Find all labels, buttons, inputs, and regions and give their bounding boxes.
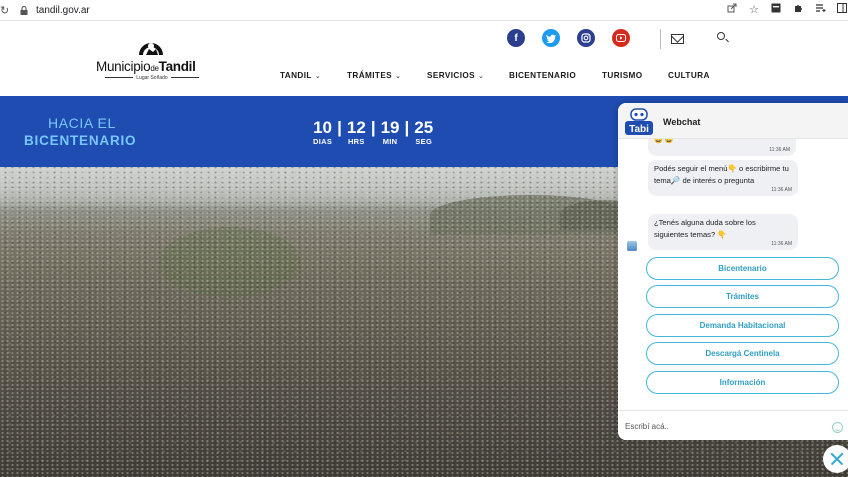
quick-reply-informacion[interactable]: Información xyxy=(646,371,839,394)
quick-reply-demanda-habitacional[interactable]: Demanda Habitacional xyxy=(646,314,839,337)
bookmark-star-icon[interactable]: ☆ xyxy=(748,3,760,16)
bot-name: Tabi xyxy=(629,124,649,135)
nav-label: TANDIL xyxy=(280,71,312,80)
browser-toolbar: ☆ xyxy=(726,3,848,16)
mail-icon[interactable] xyxy=(671,34,684,44)
webchat-input-bar xyxy=(618,410,848,440)
chevron-down-icon: ⌄ xyxy=(314,72,322,80)
lock-icon[interactable] xyxy=(20,5,28,15)
message-time: 11:36 AM xyxy=(769,147,790,153)
social-links: f xyxy=(507,29,630,47)
chat-message: Podés seguir el menú👇 o escribirme tu te… xyxy=(648,160,798,196)
message-text: Podés seguir el menú👇 o escribirme tu te… xyxy=(654,164,789,185)
countdown-label: HRS xyxy=(347,137,365,146)
chat-message-input[interactable] xyxy=(625,419,815,433)
webchat-header[interactable]: Tabi Webchat xyxy=(618,103,848,139)
webchat-messages[interactable]: 😀 😀 11:36 AM Podés seguir el menú👇 o esc… xyxy=(618,139,848,405)
page: ↻ tandil.gov.ar ☆ MunicipiodeTandil Luga… xyxy=(0,0,848,477)
main-nav: TANDIL ⌄ TRÁMITES ⌄ SERVICIOS ⌄ BICENTENARI… xyxy=(280,71,710,80)
nav-item-tramites[interactable]: TRÁMITES ⌄ xyxy=(347,71,427,80)
countdown-label: MIN xyxy=(382,137,398,146)
facebook-icon[interactable]: f xyxy=(507,29,525,47)
countdown-separator: | xyxy=(404,118,410,137)
banner-line1: HACIA EL xyxy=(48,115,116,131)
nav-label: BICENTENARIO xyxy=(509,71,577,80)
message-text: ¿Tenés alguna duda sobre los siguientes … xyxy=(654,218,756,239)
nav-label: CULTURA xyxy=(668,71,710,80)
countdown-label: DIAS xyxy=(313,137,333,146)
countdown-value: 10 xyxy=(313,118,333,137)
countdown-label: SEG xyxy=(415,137,433,146)
url-text[interactable]: tandil.gov.ar xyxy=(36,5,90,16)
logo-name: MunicipiodeTandil xyxy=(96,59,196,74)
browser-address-bar[interactable]: ↻ tandil.gov.ar ☆ xyxy=(0,0,848,21)
municipio-logo[interactable]: MunicipiodeTandil Lugar Soñado xyxy=(96,33,208,83)
countdown-value: 25 xyxy=(414,118,434,137)
nav-item-cultura[interactable]: CULTURA xyxy=(668,71,710,80)
header-divider xyxy=(660,29,661,49)
quick-reply-bicentenario[interactable]: Bicentenario xyxy=(646,257,839,280)
tabi-bot-icon: Tabi xyxy=(625,108,653,135)
countdown-value: 12 xyxy=(346,118,366,137)
message-time: 11:36 AM xyxy=(771,187,792,193)
puzzle-extensions-icon[interactable] xyxy=(792,3,804,16)
logo-tagline-text: Lugar Soñado xyxy=(136,75,168,81)
countdown-separator: | xyxy=(337,118,342,137)
reading-list-icon[interactable] xyxy=(814,3,826,16)
logo-name-part1: Municipio xyxy=(96,59,151,74)
countdown-separator: | xyxy=(370,118,376,137)
countdown-value: 19 xyxy=(380,118,400,137)
nav-label: TURISMO xyxy=(602,71,643,80)
quick-reply-tramites[interactable]: Trámites xyxy=(646,285,839,308)
side-panel-icon[interactable] xyxy=(836,3,848,16)
logo-tagline: Lugar Soñado xyxy=(96,75,208,81)
twitter-icon[interactable] xyxy=(542,29,560,47)
logo-name-part2: de xyxy=(150,64,159,73)
instagram-icon[interactable] xyxy=(577,29,595,47)
quick-reply-descarga-centinela[interactable]: Descargá Centinela xyxy=(646,342,839,365)
chevron-down-icon: ⌄ xyxy=(478,72,485,80)
chevron-down-icon: ⌄ xyxy=(395,72,402,80)
countdown: 10 DIAS | 12 HRS | 19 MIN | 25 SEG xyxy=(313,118,434,147)
logo-name-part3: Tandil xyxy=(158,59,196,74)
close-chat-button[interactable] xyxy=(823,445,848,473)
extension-icon[interactable] xyxy=(770,3,782,16)
nav-label: TRÁMITES xyxy=(347,71,393,80)
site-header: MunicipiodeTandil Lugar Soñado f TANDIL ⌄… xyxy=(0,21,848,96)
nav-item-tandil[interactable]: TANDIL ⌄ xyxy=(280,71,347,80)
chat-message-partial: 😀 😀 11:36 AM xyxy=(648,139,796,156)
webchat-title: Webchat xyxy=(663,117,701,127)
nav-label: SERVICIOS xyxy=(427,71,476,80)
nav-item-bicentenario[interactable]: BICENTENARIO xyxy=(509,71,602,80)
bot-avatar-icon xyxy=(627,241,637,251)
reload-icon[interactable]: ↻ xyxy=(0,4,12,17)
countdown-seconds: 25 SEG xyxy=(414,118,434,147)
chat-message: ¿Tenés alguna duda sobre los siguientes … xyxy=(648,214,798,250)
partial-emoji: 😀 😀 xyxy=(654,139,674,144)
logo-mark-icon xyxy=(139,43,163,55)
search-icon[interactable] xyxy=(717,32,725,40)
youtube-icon[interactable] xyxy=(612,29,630,47)
banner-line2: BICENTENARIO xyxy=(24,133,137,148)
webchat-panel: Tabi Webchat 😀 😀 11:36 AM Podés seguir e… xyxy=(618,103,848,440)
countdown-days: 10 DIAS xyxy=(313,118,333,147)
nav-item-servicios[interactable]: SERVICIOS ⌄ xyxy=(427,71,509,80)
message-time: 11:36 AM xyxy=(771,241,792,247)
countdown-hours: 12 HRS xyxy=(346,118,366,147)
nav-item-turismo[interactable]: TURISMO xyxy=(602,71,668,80)
emoji-icon[interactable] xyxy=(832,422,843,433)
share-icon[interactable] xyxy=(726,3,738,16)
countdown-minutes: 19 MIN xyxy=(380,118,400,147)
